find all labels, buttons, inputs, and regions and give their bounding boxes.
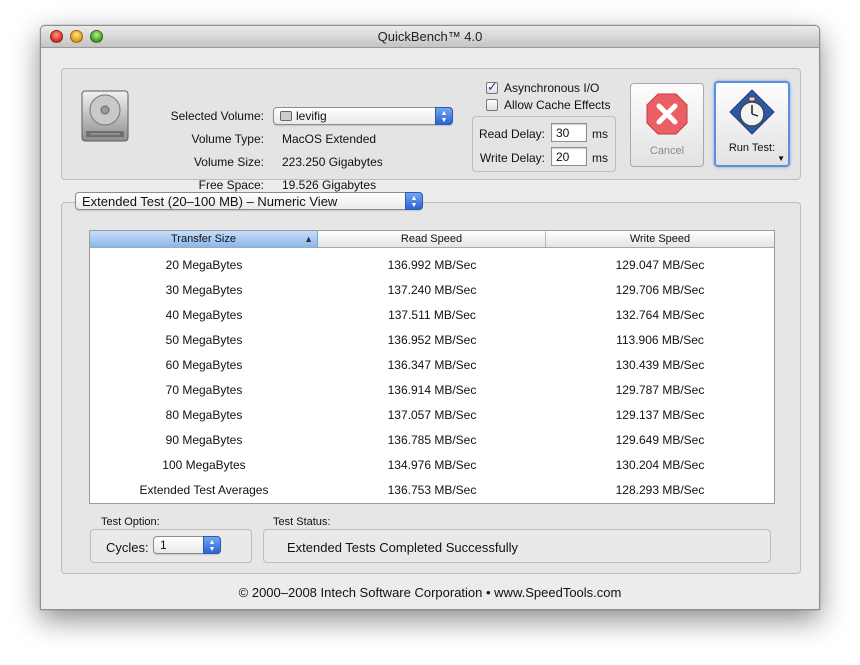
- read-speed-cell: 137.240 MB/Sec: [387, 283, 477, 297]
- window-title: QuickBench™ 4.0: [377, 29, 483, 44]
- column-header-label: Write Speed: [629, 233, 691, 245]
- volume-size-value: 223.250 Gigabytes: [282, 155, 383, 169]
- column-header-write-speed[interactable]: Write Speed: [546, 231, 774, 247]
- cycles-popup[interactable]: 1 ▲ ▼: [153, 536, 221, 554]
- results-table[interactable]: Transfer Size ▲ Read Speed Write Speed 2…: [89, 230, 775, 504]
- read-speed-cell: 136.952 MB/Sec: [387, 333, 477, 347]
- table-row[interactable]: 40 MegaBytes 137.511 MB/Sec 132.764 MB/Sec: [90, 303, 774, 328]
- table-row[interactable]: 20 MegaBytes 136.992 MB/Sec 129.047 MB/Sec: [90, 253, 774, 278]
- table-row[interactable]: 100 MegaBytes 134.976 MB/Sec 130.204 MB/Se…: [90, 453, 774, 478]
- quickbench-window: QuickBench™ 4.0 Selected Volume: levifig…: [40, 25, 820, 610]
- write-speed-cell: 129.649 MB/Sec: [615, 433, 705, 447]
- volume-type-label: Volume Type:: [191, 132, 265, 146]
- sort-ascending-icon: ▲: [304, 234, 313, 244]
- cycles-popup-value: 1: [160, 538, 167, 552]
- write-speed-cell: 129.047 MB/Sec: [615, 258, 705, 272]
- test-status-value: Extended Tests Completed Successfully: [287, 540, 518, 555]
- async-io-label: Asynchronous I/O: [504, 81, 600, 95]
- transfer-size-cell: 70 MegaBytes: [165, 383, 243, 397]
- popup-arrows-icon: ▲ ▼: [435, 107, 453, 125]
- transfer-size-cell: 80 MegaBytes: [165, 408, 243, 422]
- free-space-value: 19.526 Gigabytes: [282, 178, 377, 192]
- table-row[interactable]: Extended Test Averages 136.753 MB/Sec 128.…: [90, 478, 774, 503]
- run-test-button[interactable]: Run Test: ▼: [714, 81, 790, 167]
- volume-popup-icon: [280, 111, 292, 121]
- write-delay-label: Write Delay:: [479, 151, 545, 165]
- table-row[interactable]: 50 MegaBytes 136.952 MB/Sec 113.906 MB/Sec: [90, 328, 774, 353]
- read-delay-input[interactable]: 30: [551, 123, 587, 142]
- table-header: Transfer Size ▲ Read Speed Write Speed: [90, 231, 774, 248]
- run-test-menu-arrow-icon[interactable]: ▼: [777, 154, 785, 163]
- transfer-size-cell: 90 MegaBytes: [165, 433, 243, 447]
- table-row[interactable]: 30 MegaBytes 137.240 MB/Sec 129.706 MB/Sec: [90, 278, 774, 303]
- transfer-size-cell: Extended Test Averages: [139, 483, 269, 497]
- read-speed-cell: 134.976 MB/Sec: [387, 458, 477, 472]
- read-speed-cell: 136.914 MB/Sec: [387, 383, 477, 397]
- write-speed-cell: 132.764 MB/Sec: [615, 308, 705, 322]
- column-header-transfer-size[interactable]: Transfer Size ▲: [90, 231, 318, 247]
- volume-popup[interactable]: levifig ▲ ▼: [273, 107, 453, 125]
- volume-popup-value: levifig: [296, 109, 327, 123]
- read-speed-cell: 136.992 MB/Sec: [387, 258, 477, 272]
- test-option-label: Test Option:: [101, 516, 160, 528]
- write-delay-unit: ms: [592, 151, 608, 165]
- column-header-read-speed[interactable]: Read Speed: [318, 231, 546, 247]
- hard-drive-icon: [81, 90, 129, 142]
- stopwatch-icon: [729, 89, 775, 135]
- transfer-size-cell: 20 MegaBytes: [165, 258, 243, 272]
- table-row[interactable]: 80 MegaBytes 137.057 MB/Sec 129.137 MB/Sec: [90, 403, 774, 428]
- read-delay-unit: ms: [592, 127, 608, 141]
- test-status-label: Test Status:: [273, 516, 331, 528]
- selected-volume-label: Selected Volume:: [170, 109, 264, 123]
- cancel-button[interactable]: Cancel: [630, 83, 704, 167]
- cycles-label: Cycles:: [106, 540, 149, 555]
- write-speed-cell: 113.906 MB/Sec: [616, 333, 704, 347]
- write-delay-input[interactable]: 20: [551, 147, 587, 166]
- stop-icon: [646, 93, 688, 135]
- cache-effects-checkbox[interactable]: [486, 99, 498, 111]
- write-speed-cell: 129.787 MB/Sec: [615, 383, 705, 397]
- transfer-size-cell: 50 MegaBytes: [165, 333, 243, 347]
- async-io-checkbox[interactable]: [486, 79, 498, 95]
- table-row[interactable]: 60 MegaBytes 136.347 MB/Sec 130.439 MB/Sec: [90, 353, 774, 378]
- transfer-size-cell: 30 MegaBytes: [165, 283, 243, 297]
- copyright-footer: © 2000–2008 Intech Software Corporation …: [238, 585, 622, 600]
- test-view-popup-value: Extended Test (20–100 MB) – Numeric View: [82, 194, 338, 209]
- title-bar[interactable]: QuickBench™ 4.0: [41, 26, 819, 48]
- read-speed-cell: 137.057 MB/Sec: [387, 408, 477, 422]
- write-speed-cell: 130.204 MB/Sec: [615, 458, 705, 472]
- table-row[interactable]: 90 MegaBytes 136.785 MB/Sec 129.649 MB/Sec: [90, 428, 774, 453]
- transfer-size-cell: 40 MegaBytes: [165, 308, 243, 322]
- cache-effects-label: Allow Cache Effects: [504, 98, 611, 112]
- table-row[interactable]: 70 MegaBytes 136.914 MB/Sec 129.787 MB/Sec: [90, 378, 774, 403]
- popup-arrows-icon: ▲ ▼: [203, 536, 221, 554]
- transfer-size-cell: 60 MegaBytes: [165, 358, 243, 372]
- test-view-popup[interactable]: Extended Test (20–100 MB) – Numeric View…: [75, 192, 423, 210]
- read-delay-label: Read Delay:: [478, 127, 545, 141]
- read-speed-cell: 136.347 MB/Sec: [387, 358, 477, 372]
- volume-size-label: Volume Size:: [193, 155, 264, 169]
- read-speed-cell: 136.785 MB/Sec: [387, 433, 477, 447]
- write-speed-cell: 129.137 MB/Sec: [615, 408, 705, 422]
- write-speed-cell: 130.439 MB/Sec: [615, 358, 705, 372]
- write-speed-cell: 129.706 MB/Sec: [615, 283, 705, 297]
- read-speed-cell: 137.511 MB/Sec: [388, 308, 476, 322]
- transfer-size-cell: 100 MegaBytes: [162, 458, 246, 472]
- read-speed-cell: 136.753 MB/Sec: [387, 483, 477, 497]
- volume-type-value: MacOS Extended: [282, 132, 377, 146]
- free-space-label: Free Space:: [198, 178, 264, 192]
- write-speed-cell: 128.293 MB/Sec: [615, 483, 705, 497]
- column-header-label: Read Speed: [400, 233, 463, 245]
- cancel-button-label: Cancel: [649, 145, 685, 157]
- column-header-label: Transfer Size: [170, 233, 236, 245]
- popup-arrows-icon: ▲ ▼: [405, 192, 423, 210]
- run-test-button-label: Run Test:: [728, 142, 776, 154]
